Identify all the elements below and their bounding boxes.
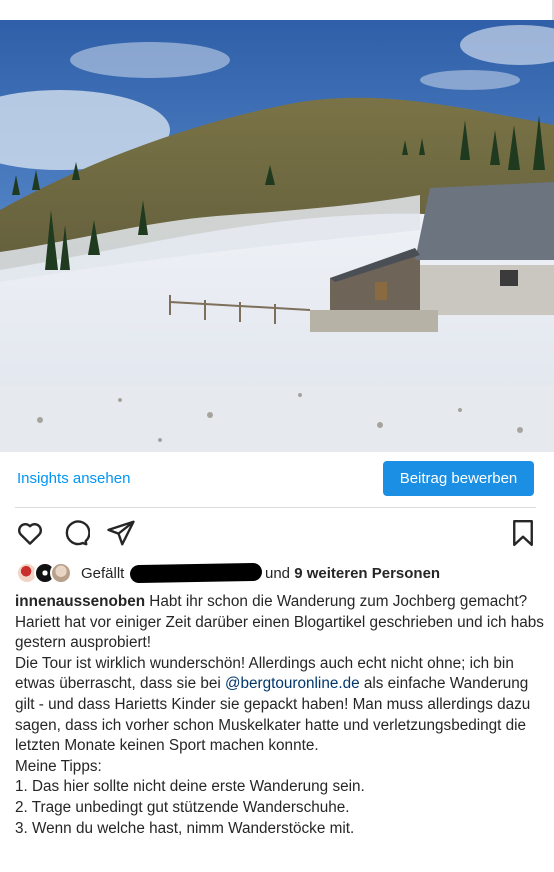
likes-count: 9 weiteren Personen: [294, 565, 441, 582]
tips-title: Meine Tipps:: [15, 757, 102, 775]
insights-link[interactable]: Insights ansehen: [17, 470, 130, 487]
tip-item: 1. Das hier sollte nicht deine erste Wan…: [15, 778, 365, 796]
tip-item: 3. Wenn du welche hast, nimm Wanderstöck…: [15, 819, 355, 837]
top-strip: [0, 0, 554, 20]
tip-item: 2. Trage unbedingt gut stützende Wanders…: [15, 798, 350, 816]
promote-post-button[interactable]: Beitrag bewerben: [383, 461, 534, 496]
mountain-hut-photo: [0, 20, 554, 452]
caption-intro: innenaussenoben Habt ihr schon die Wande…: [15, 592, 545, 613]
avatar: [50, 562, 72, 584]
insights-row: Insights ansehen Beitrag bewerben: [0, 452, 554, 508]
redacted-username: [129, 562, 263, 584]
caption-line2: Hariett hat vor einiger Zeit darüber ein…: [15, 613, 544, 652]
post-photo[interactable]: [0, 20, 554, 452]
comment-icon[interactable]: [60, 518, 90, 548]
caption-paragraph: Die Tour ist wirklich wunderschön! Aller…: [15, 654, 545, 757]
likes-and: und: [265, 565, 291, 582]
divider: [15, 507, 536, 508]
heart-icon[interactable]: [15, 518, 45, 548]
mention-link[interactable]: @bergtouronline.de: [225, 675, 360, 692]
post-caption: innenaussenoben Habt ihr schon die Wande…: [15, 592, 545, 839]
likes-row[interactable]: Gefällt und 9 weiteren Personen: [0, 562, 554, 586]
caption-line1: Habt ihr schon die Wanderung zum Jochber…: [149, 593, 528, 610]
liked-by-label: Gefällt: [81, 565, 125, 582]
likes-others[interactable]: und 9 weiteren Personen: [265, 565, 440, 582]
bookmark-icon[interactable]: [508, 518, 538, 548]
post-actions: [0, 518, 554, 550]
caption-username[interactable]: innenaussenoben: [15, 593, 145, 610]
paper-plane-icon[interactable]: [106, 518, 136, 548]
